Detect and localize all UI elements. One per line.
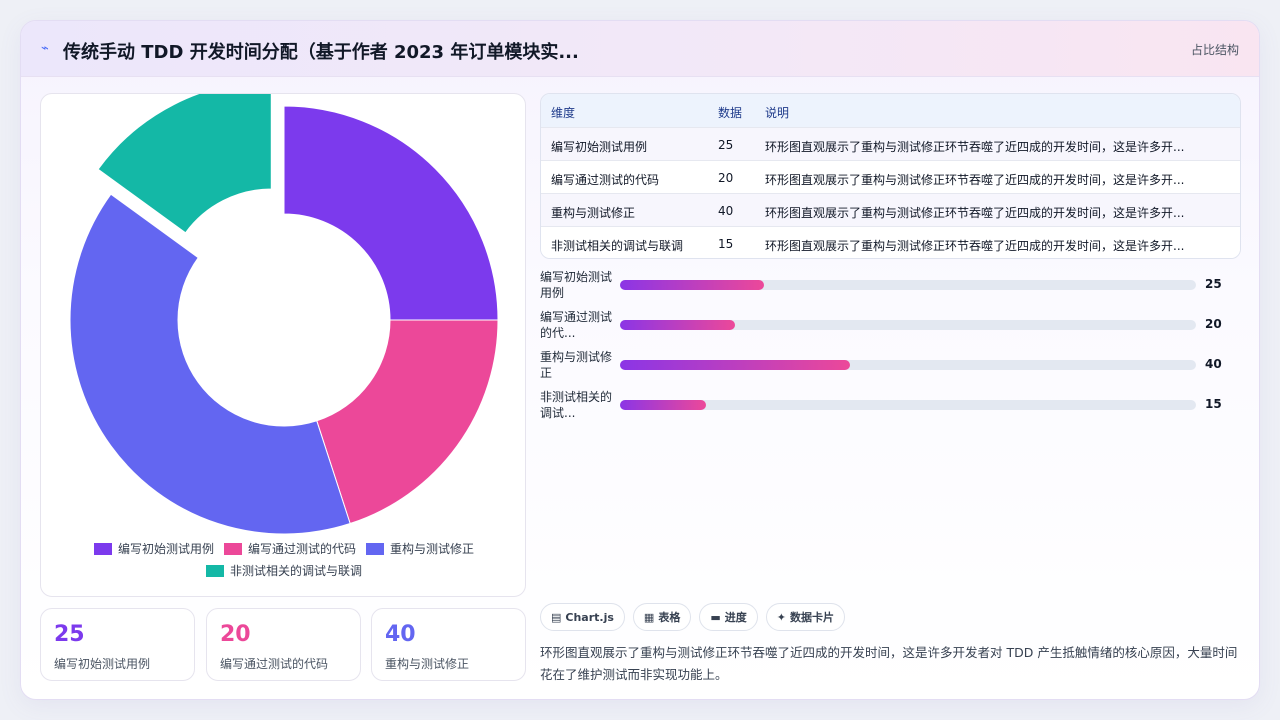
progress-track: [620, 320, 1196, 330]
progress-value: 15: [1205, 397, 1222, 411]
stat-value: 20: [220, 622, 251, 647]
table-cell: 编写通过测试的代码: [551, 173, 660, 187]
table-cell: 环形图直观展示了重构与测试修正环节吞噬了近四成的开发时间，这是许多开...: [765, 206, 1185, 220]
progress-label: 编写通过测试的代...: [540, 310, 613, 340]
page-title: 传统手动 TDD 开发时间分配（基于作者 2023 年订单模块实...: [63, 42, 579, 63]
chip-label: 进度: [724, 611, 747, 624]
chip-chartjs[interactable]: ▤ Chart.js: [540, 603, 625, 631]
chart-description: 环形图直观展示了重构与测试修正环节吞噬了近四成的开发时间，这是许多开发者对 TD…: [540, 645, 1238, 682]
table-cell: 15: [718, 237, 734, 251]
doughnut-chart-panel: 编写初始测试用例 编写通过测试的代码 重构与测试修正非测试相关的调试与联调: [40, 93, 526, 597]
progress-row: 编写通过测试的代... 20: [540, 309, 1241, 343]
stat-value: 40: [385, 622, 416, 647]
chart-type-tag: 占比结构: [1190, 43, 1239, 57]
chip-progress[interactable]: ▬ 进度: [699, 603, 758, 631]
progress-label: 重构与测试修正: [540, 350, 613, 380]
progress-fill: [620, 280, 764, 290]
table-cell: 重构与测试修正: [551, 206, 636, 220]
legend-swatch: [366, 543, 384, 555]
stat-label: 重构与测试修正: [385, 657, 470, 671]
data-table: 维度 数据 说明 编写初始测试用例 25 环形图直观展示了重构与测试修正环节吞噬…: [540, 93, 1241, 259]
table-cell: 非测试相关的调试与联调: [551, 239, 684, 253]
table-cell: 编写初始测试用例: [551, 140, 648, 154]
dashboard-card: ⌁ 传统手动 TDD 开发时间分配（基于作者 2023 年订单模块实... 占比…: [20, 20, 1260, 700]
table-header-cell: 维度: [551, 106, 576, 120]
table-cell: 20: [718, 171, 734, 185]
progress-track: [620, 400, 1196, 410]
legend-swatch: [223, 543, 242, 555]
legend-label: 重构与测试修正: [390, 542, 475, 556]
legend-label: 编写通过测试的代码: [247, 542, 356, 556]
progress-label: 编写初始测试用例: [540, 270, 613, 300]
stat-card-3: 40 重构与测试修正: [371, 608, 526, 681]
chart-line-icon: ⌁: [41, 41, 49, 56]
progress-fill: [620, 400, 707, 410]
chip-data-cards[interactable]: ✦ 数据卡片: [765, 603, 845, 631]
progress-fill: [620, 360, 851, 370]
progress-fill: [620, 320, 736, 330]
chart-legend: 编写初始测试用例 编写通过测试的代码 重构与测试修正非测试相关的调试与联调: [41, 538, 527, 582]
table-row: 编写初始测试用例 25 环形图直观展示了重构与测试修正环节吞噬了近四成的开发时间…: [541, 127, 1240, 160]
stat-label: 编写通过测试的代码: [220, 657, 329, 671]
chip-label: 数据卡片: [789, 611, 834, 624]
chart-icon: ▤: [551, 610, 562, 624]
progress-track: [620, 280, 1196, 290]
legend-item[interactable]: 编写通过测试的代码: [223, 538, 356, 560]
feature-chips: ▤ Chart.js ▦ 表格 ▬ 进度 ✦ 数据卡片: [540, 603, 845, 631]
progress-value: 40: [1205, 357, 1222, 371]
progress-row: 非测试相关的调试... 15: [540, 389, 1241, 423]
legend-swatch: [93, 543, 112, 555]
table-cell: 环形图直观展示了重构与测试修正环节吞噬了近四成的开发时间，这是许多开...: [765, 140, 1185, 154]
legend-item[interactable]: 编写初始测试用例: [93, 538, 214, 560]
progress-icon: ▬: [710, 610, 721, 624]
table-header-row: 维度 数据 说明: [541, 94, 1240, 127]
legend-row: 非测试相关的调试与联调: [41, 560, 527, 582]
table-header-cell: 数据: [718, 106, 743, 120]
stat-value: 25: [54, 622, 85, 647]
legend-row: 编写初始测试用例 编写通过测试的代码 重构与测试修正: [41, 538, 527, 560]
doughnut-slice[interactable]: [283, 105, 499, 321]
table-icon: ▦: [643, 610, 655, 624]
table-row: 重构与测试修正 40 环形图直观展示了重构与测试修正环节吞噬了近四成的开发时间，…: [541, 193, 1240, 226]
stat-card-2: 20 编写通过测试的代码: [206, 608, 361, 681]
stat-card-1: 25 编写初始测试用例: [40, 608, 195, 681]
doughnut-slice[interactable]: [316, 319, 499, 525]
chip-label: 表格: [658, 611, 681, 624]
table-row: 非测试相关的调试与联调 15 环形图直观展示了重构与测试修正环节吞噬了近四成的开…: [541, 226, 1240, 258]
progress-row: 重构与测试修正 40: [540, 349, 1241, 383]
legend-label: 非测试相关的调试与联调: [229, 564, 362, 578]
table-header-cell: 说明: [765, 106, 790, 120]
progress-value: 20: [1205, 317, 1222, 331]
table-row: 编写通过测试的代码 20 环形图直观展示了重构与测试修正环节吞噬了近四成的开发时…: [541, 160, 1240, 193]
table-cell: 环形图直观展示了重构与测试修正环节吞噬了近四成的开发时间，这是许多开...: [765, 173, 1185, 187]
sparkle-icon: ✦: [776, 610, 786, 624]
legend-swatch: [205, 565, 224, 577]
progress-label: 非测试相关的调试...: [540, 390, 613, 420]
progress-row: 编写初始测试用例 25: [540, 269, 1241, 303]
legend-item[interactable]: 非测试相关的调试与联调: [205, 560, 362, 582]
doughnut-slice[interactable]: [69, 193, 351, 534]
stat-label: 编写初始测试用例: [54, 657, 151, 671]
table-cell: 25: [718, 138, 734, 152]
doughnut-chart: [69, 94, 499, 534]
chip-label: Chart.js: [565, 610, 614, 624]
table-cell: 环形图直观展示了重构与测试修正环节吞噬了近四成的开发时间，这是许多开...: [765, 239, 1185, 253]
legend-label: 编写初始测试用例: [117, 542, 214, 556]
card-header: ⌁ 传统手动 TDD 开发时间分配（基于作者 2023 年订单模块实... 占比…: [21, 21, 1259, 77]
progress-track: [620, 360, 1196, 370]
chip-table[interactable]: ▦ 表格: [632, 603, 692, 631]
table-cell: 40: [718, 204, 734, 218]
legend-item[interactable]: 重构与测试修正: [366, 538, 474, 560]
progress-value: 25: [1205, 277, 1222, 291]
